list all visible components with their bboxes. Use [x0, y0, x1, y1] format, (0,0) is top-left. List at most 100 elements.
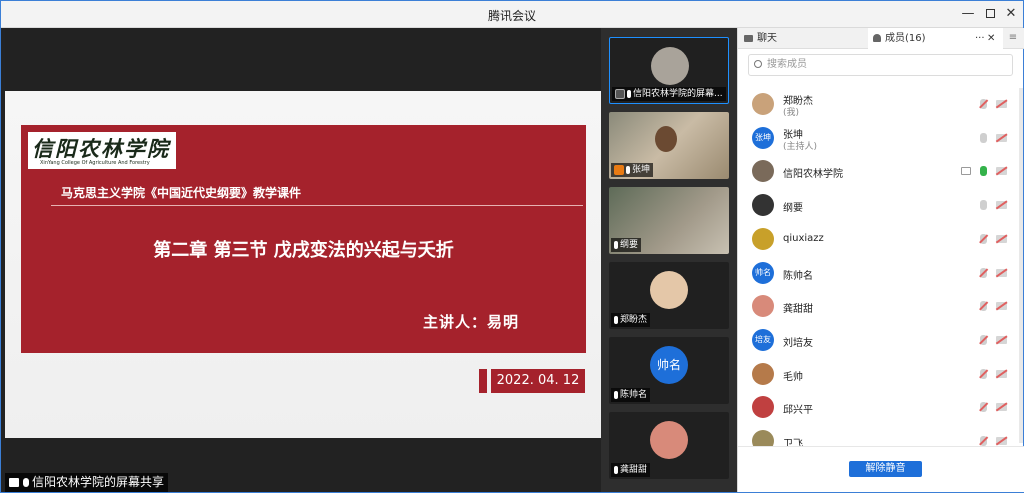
microphone-icon [627, 89, 631, 98]
video-tile[interactable]: 张坤 [609, 112, 729, 179]
logo-english: XinYang College Of Agriculture And Fores… [40, 160, 150, 166]
video-name: 张坤 [632, 165, 651, 175]
search-icon [754, 60, 762, 68]
video-tile[interactable]: 信阳农林学院的屏幕... [609, 37, 729, 104]
avatar: 张坤 [752, 126, 774, 149]
camera-off-icon[interactable] [996, 437, 1007, 445]
member-row[interactable]: 纲要 [738, 189, 1024, 222]
unmute-all-button[interactable]: 解除静音 [849, 461, 922, 477]
microphone-icon[interactable] [980, 166, 987, 177]
tab-members[interactable]: 成员(16) ··· ✕ [868, 28, 1003, 49]
more-options-button[interactable]: ··· [975, 28, 985, 49]
maximize-button[interactable] [979, 5, 1001, 23]
host-icon [614, 164, 624, 175]
member-name: 纲要 [783, 203, 803, 215]
member-row[interactable]: 郑盼杰 (我) [738, 88, 1024, 121]
video-label: 郑盼杰 [611, 313, 651, 327]
microphone-muted-icon[interactable] [980, 233, 987, 244]
chat-icon [744, 34, 753, 42]
avatar [752, 295, 774, 318]
member-row[interactable]: 培友 刘培友 [738, 324, 1024, 357]
microphone-muted-icon[interactable] [980, 99, 987, 109]
screen-share-icon [961, 167, 971, 176]
camera-off-icon[interactable] [996, 100, 1007, 108]
member-row[interactable]: 卫飞 [738, 425, 1024, 446]
close-panel-button[interactable]: ✕ [987, 28, 995, 49]
logo-chinese: 信阳农林学院 [32, 136, 170, 161]
slide-date: 2022. 04. 12 [491, 369, 585, 393]
camera-off-icon[interactable] [996, 133, 1007, 142]
microphone-muted-icon[interactable] [980, 402, 987, 413]
avatar [752, 194, 774, 217]
microphone-icon[interactable] [980, 200, 987, 211]
video-tile[interactable]: 纲要 [609, 187, 729, 254]
video-name: 龚甜甜 [620, 465, 648, 475]
video-name: 陈帅名 [620, 390, 648, 400]
panel-tabs: 聊天 成员(16) ··· ✕ ≡ [738, 28, 1024, 49]
member-name: 信阳农林学院 [783, 169, 843, 181]
member-name: 陈帅名 [783, 270, 813, 282]
camera-off-icon[interactable] [996, 335, 1007, 344]
video-label: 纲要 [611, 238, 642, 252]
member-role: (主持人) [783, 141, 818, 152]
tab-chat[interactable]: 聊天 [738, 28, 868, 49]
member-row[interactable]: qiuxiazz [738, 223, 1024, 256]
camera-off-icon[interactable] [996, 403, 1007, 412]
member-row[interactable]: 邱兴平 [738, 391, 1024, 424]
video-label: 张坤 [611, 163, 654, 177]
member-row[interactable]: 龚甜甜 [738, 290, 1024, 323]
video-name: 信阳农林学院的屏幕... [633, 89, 723, 99]
member-row[interactable]: 信阳农林学院 [738, 155, 1024, 188]
slide-lecturer: 主讲人：易明 [423, 313, 520, 331]
tab-members-label: 成员(16) [885, 33, 926, 44]
college-logo: 信阳农林学院 XinYang College Of Agriculture An… [28, 132, 176, 169]
maximize-icon [985, 9, 995, 18]
window-title: 腾讯会议 [487, 9, 536, 23]
slide-subtitle: 马克思主义学院《中国近代史纲要》教学课件 [61, 186, 302, 200]
member-role: (我) [783, 108, 800, 118]
avatar [752, 362, 774, 385]
camera-off-icon[interactable] [996, 201, 1007, 210]
member-name: 龚甜甜 [783, 304, 813, 316]
avatar [650, 271, 688, 309]
member-name: 刘培友 [783, 337, 813, 349]
participant-face [655, 126, 677, 152]
minimize-button[interactable]: — [957, 5, 979, 23]
microphone-icon [626, 165, 630, 174]
share-label-text: 信阳农林学院的屏幕共享 [32, 475, 165, 489]
camera-off-icon[interactable] [996, 302, 1007, 311]
slide-banner: 信阳农林学院 XinYang College Of Agriculture An… [21, 125, 586, 353]
camera-off-icon[interactable] [996, 268, 1007, 277]
video-tile[interactable]: 龚甜甜 [609, 412, 729, 479]
avatar [650, 421, 688, 459]
microphone-muted-icon[interactable] [980, 301, 987, 312]
member-name: 卫飞 [783, 439, 803, 446]
camera-off-icon[interactable] [996, 167, 1007, 176]
camera-off-icon[interactable] [996, 234, 1007, 243]
member-search-input[interactable]: 搜索成员 [748, 54, 1013, 76]
person-icon [873, 34, 881, 42]
camera-off-icon[interactable] [996, 369, 1007, 378]
member-list: 郑盼杰 (我) 张坤 张坤 (主持人) 信阳农林学院 纲要 qiuxiazz 帅名 陈帅名 龚甜甜培… [738, 88, 1024, 446]
screen-share-label: 信阳农林学院的屏幕共享 [5, 473, 169, 492]
avatar: 培友 [752, 328, 774, 351]
video-name: 郑盼杰 [620, 315, 648, 325]
microphone-muted-icon[interactable] [980, 368, 987, 379]
search-placeholder: 搜索成员 [767, 59, 807, 70]
microphone-icon[interactable] [980, 132, 987, 143]
menu-icon[interactable]: ≡ [1008, 32, 1018, 44]
microphone-muted-icon[interactable] [980, 267, 987, 278]
microphone-muted-icon[interactable] [980, 436, 987, 446]
video-tile[interactable]: 帅名 陈帅名 [609, 337, 729, 404]
close-button[interactable]: ✕ [1000, 5, 1022, 23]
member-list-scrollbar[interactable] [1019, 88, 1023, 443]
microphone-muted-icon[interactable] [980, 334, 987, 345]
video-label: 信阳农林学院的屏幕... [612, 87, 726, 101]
date-marker [479, 369, 487, 393]
shared-screen[interactable]: 信阳农林学院 XinYang College Of Agriculture An… [5, 28, 601, 492]
member-row[interactable]: 毛帅 [738, 358, 1024, 391]
member-row[interactable]: 帅名 陈帅名 [738, 257, 1024, 290]
avatar [651, 47, 689, 85]
member-row[interactable]: 张坤 张坤 (主持人) [738, 122, 1024, 155]
video-tile[interactable]: 郑盼杰 [609, 262, 729, 329]
